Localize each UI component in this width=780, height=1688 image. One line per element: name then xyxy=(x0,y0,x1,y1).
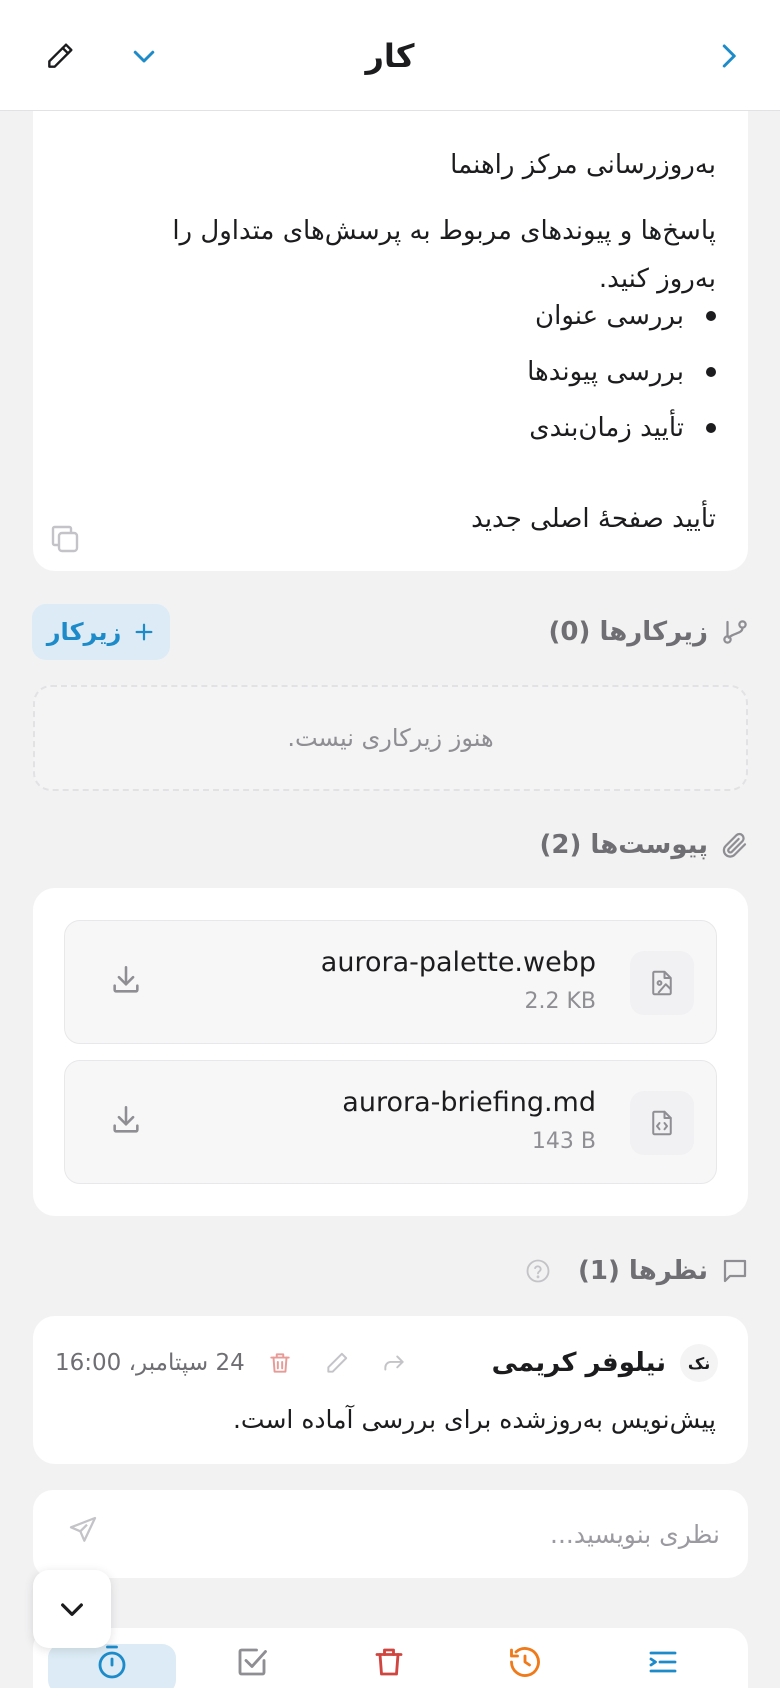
trash-icon xyxy=(270,1353,290,1373)
copy-icon xyxy=(51,525,79,553)
pencil-icon xyxy=(327,1352,348,1373)
download-icon xyxy=(113,1105,139,1133)
forward-icon xyxy=(384,1355,404,1371)
add-subtask-label: زیرکار xyxy=(46,618,122,646)
delete-comment-button[interactable] xyxy=(263,1346,297,1380)
edit-comment-button[interactable] xyxy=(320,1346,354,1380)
top-bar: کار xyxy=(0,0,780,111)
download-button[interactable] xyxy=(103,1103,143,1143)
bullet-dot xyxy=(706,423,716,433)
trash-icon xyxy=(375,1648,403,1676)
description-paragraph: پاسخ‌ها و پیوندهای مربوط به پرسش‌های متد… xyxy=(96,207,716,303)
download-icon xyxy=(113,965,139,993)
avatar: نک xyxy=(680,1344,718,1382)
file-type-badge xyxy=(630,1091,694,1155)
comment-composer xyxy=(33,1490,748,1578)
send-icon xyxy=(69,1516,97,1542)
help-circle-icon[interactable] xyxy=(524,1257,552,1285)
page-title: کار xyxy=(365,37,415,75)
comments-header: نظرها (1) xyxy=(524,1251,750,1291)
bullet-item: بررسی پیوندها xyxy=(527,352,716,392)
comment-input[interactable] xyxy=(160,1512,720,1556)
git-branch-icon xyxy=(723,620,747,644)
expand-button[interactable] xyxy=(122,34,166,78)
task-description-card: به‌روزرسانی مرکز راهنما پاسخ‌ها و پیونده… xyxy=(33,111,748,571)
timer-button[interactable] xyxy=(90,1644,134,1688)
attachment-item[interactable]: aurora-palette.webp 2.2 KB xyxy=(64,920,717,1044)
delete-task-button[interactable] xyxy=(367,1644,411,1688)
comment-timestamp: 24 سپتامبر، 16:00 xyxy=(55,1350,245,1376)
bullet-text: بررسی پیوندها xyxy=(527,357,684,387)
bullet-item: تأیید زمان‌بندی xyxy=(529,408,716,448)
file-type-badge xyxy=(630,951,694,1015)
copy-button[interactable] xyxy=(47,521,83,557)
attachments-header: پیوست‌ها (2) xyxy=(540,825,750,865)
paperclip-icon xyxy=(722,832,747,858)
file-name: aurora-briefing.md xyxy=(342,1087,596,1118)
complete-button[interactable] xyxy=(230,1644,274,1688)
file-name: aurora-palette.webp xyxy=(320,947,596,978)
list-move-icon xyxy=(649,1651,677,1673)
description-closing: تأیید صفحهٔ اصلی جدید xyxy=(471,504,716,534)
bullet-text: تأیید زمان‌بندی xyxy=(529,413,684,443)
subtasks-empty-state: هنوز زیرکاری نیست. xyxy=(33,685,748,791)
download-button[interactable] xyxy=(103,963,143,1003)
description-line: پاسخ‌ها و پیوندهای مربوط به پرسش‌های متد… xyxy=(172,216,716,246)
pencil-icon xyxy=(48,43,73,68)
message-square-icon xyxy=(723,1259,747,1283)
move-button[interactable] xyxy=(641,1644,685,1688)
file-size: 2.2 KB xyxy=(524,989,597,1014)
file-size: 143 B xyxy=(531,1129,596,1154)
edit-button[interactable] xyxy=(38,34,82,78)
send-button[interactable] xyxy=(59,1514,99,1554)
checkbox-icon xyxy=(238,1648,267,1676)
comment-author: نیلوفر کریمی xyxy=(491,1348,666,1378)
attachments-title: پیوست‌ها (2) xyxy=(539,830,708,860)
empty-state-text: هنوز زیرکاری نیست. xyxy=(287,724,494,752)
chevron-down-icon xyxy=(61,1603,83,1616)
plus-icon xyxy=(135,623,153,641)
bullet-item: بررسی عنوان xyxy=(535,296,716,336)
bullet-dot xyxy=(706,367,716,377)
comments-title: نظرها (1) xyxy=(578,1256,708,1286)
subtasks-title: زیرکارها (0) xyxy=(548,617,708,647)
attachment-item[interactable]: aurora-briefing.md 143 B xyxy=(64,1060,717,1184)
chevron-down-icon xyxy=(133,50,155,63)
description-heading: به‌روزرسانی مرکز راهنما xyxy=(450,150,716,180)
code-file-icon xyxy=(652,1110,672,1136)
subtasks-header: زیرکارها (0) xyxy=(549,612,750,652)
bottom-toolbar xyxy=(33,1628,748,1688)
history-button[interactable] xyxy=(503,1644,547,1688)
reply-button[interactable] xyxy=(377,1346,411,1380)
comment-body: پیش‌نویس به‌روزشده برای بررسی آماده است. xyxy=(232,1405,716,1434)
history-icon xyxy=(510,1647,540,1677)
attachments-list: aurora-palette.webp 2.2 KB aurora-briefi… xyxy=(33,888,748,1216)
collapse-button[interactable] xyxy=(33,1570,111,1648)
bullet-dot xyxy=(706,311,716,321)
timer-icon xyxy=(98,1645,126,1679)
bullet-text: بررسی عنوان xyxy=(535,301,684,331)
comment-item: نک نیلوفر کریمی 24 سپتامبر، 16:00 پیش‌نو… xyxy=(33,1316,748,1464)
image-file-icon xyxy=(652,970,672,996)
add-subtask-button[interactable]: زیرکار xyxy=(32,604,170,660)
